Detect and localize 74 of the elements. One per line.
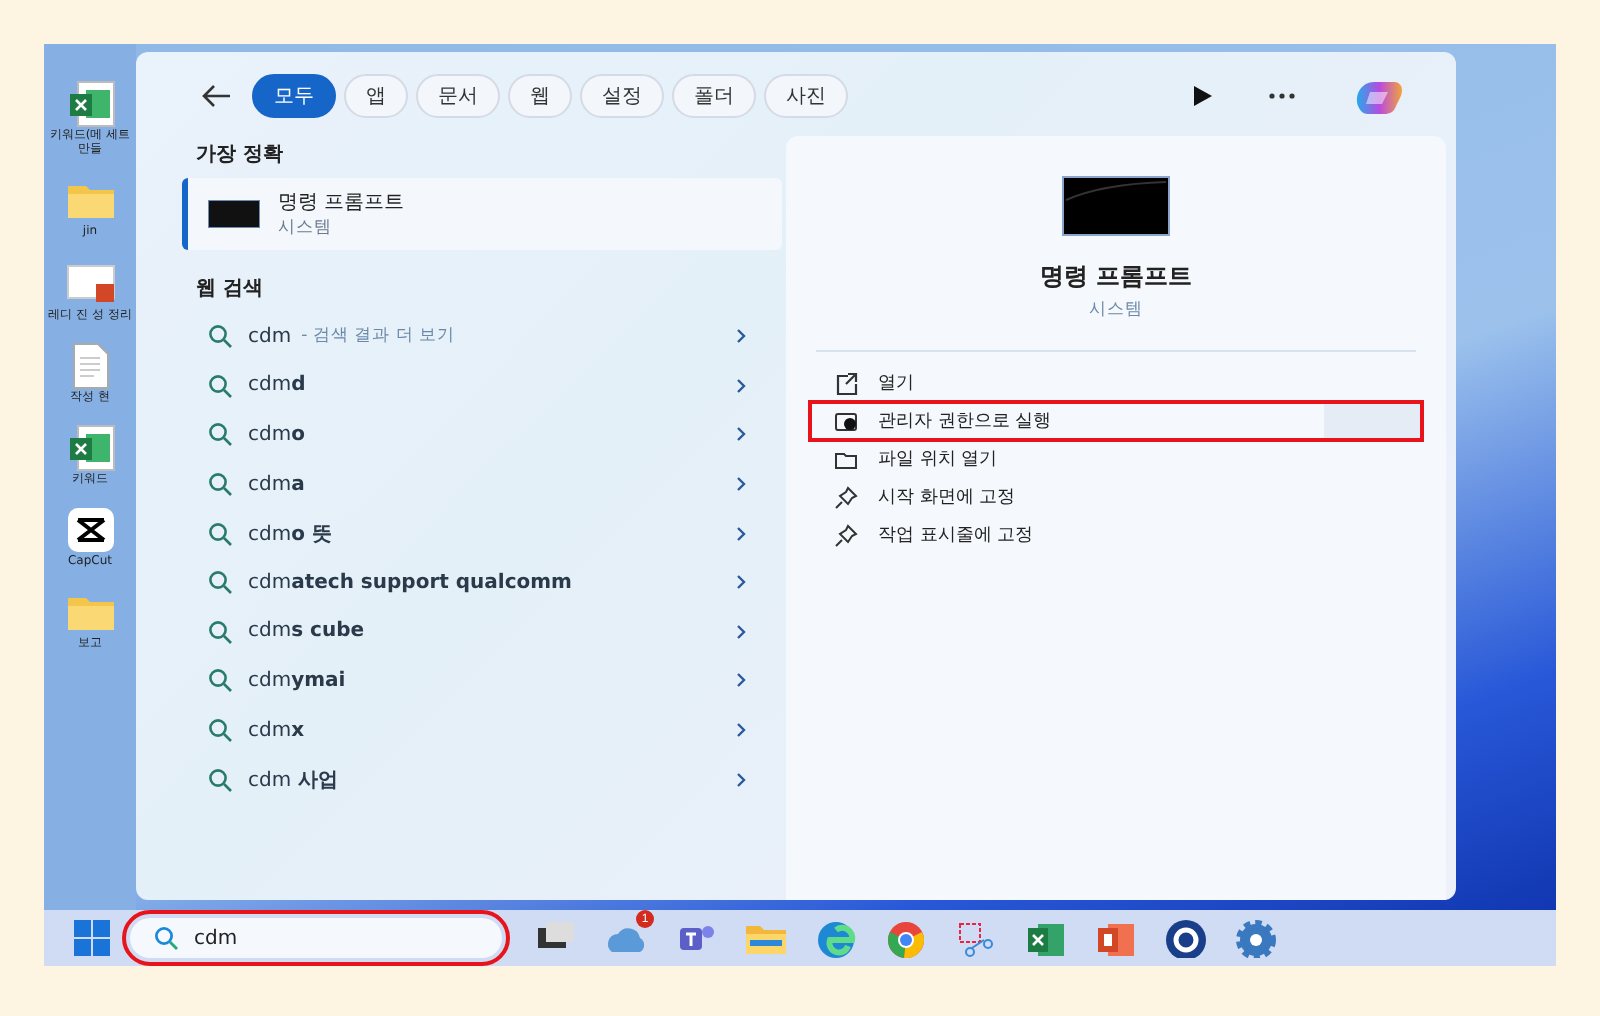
app-title: 명령 프롬프트	[278, 190, 405, 216]
search-suggestion: cdmo 뜻	[248, 521, 332, 548]
filter-tab[interactable]: 문서	[416, 74, 500, 118]
action-item[interactable]: 열기	[810, 364, 1422, 402]
search-icon	[208, 718, 232, 743]
action-item[interactable]: 파일 위치 열기	[810, 440, 1422, 478]
ppt-file-icon	[65, 259, 115, 308]
web-result-item[interactable]: cdm 사업	[182, 754, 782, 804]
chevron-right-icon	[736, 574, 746, 591]
section-heading: 가장 정확	[196, 142, 285, 168]
filter-tab[interactable]: 웹	[508, 74, 572, 118]
chevron-right-icon	[736, 623, 746, 640]
search-icon	[208, 668, 232, 693]
search-suggestion: cdm	[248, 325, 292, 348]
web-result-item[interactable]: cdm - 검색 결과 더 보기	[182, 312, 782, 362]
search-icon	[208, 767, 232, 792]
filter-tab[interactable]: 앱	[344, 74, 408, 118]
folder-icon	[834, 447, 858, 471]
chevron-right-icon	[736, 476, 746, 493]
search-suggestion: cdmx	[248, 719, 305, 742]
excel-file-icon	[65, 80, 115, 128]
chevron-right-icon	[736, 328, 746, 345]
pin-icon	[834, 523, 858, 547]
app-category: 시스템	[278, 216, 334, 240]
search-suggestion: cdmatech support qualcomm	[248, 571, 572, 594]
start-button[interactable]	[68, 920, 116, 956]
web-result-item[interactable]: cdmatech support qualcomm	[182, 557, 782, 608]
terminal-icon	[208, 200, 260, 228]
search-suggestion: cdmd	[248, 374, 306, 397]
back-button[interactable]	[200, 84, 232, 108]
search-suggestion: cdmymai	[248, 669, 346, 692]
chevron-right-icon	[736, 377, 746, 394]
action-item[interactable]: 관리자 권한으로 실행	[810, 402, 1422, 440]
web-result-item[interactable]: cdmx	[182, 705, 782, 755]
search-icon	[208, 619, 232, 644]
search-icon	[208, 324, 232, 349]
filter-tab[interactable]: 폴더	[672, 74, 756, 118]
excel-file-icon	[65, 423, 115, 472]
search-icon	[208, 570, 232, 595]
app-title: 명령 프롬프트	[1039, 260, 1193, 294]
web-result-item[interactable]: cdma	[182, 459, 782, 509]
best-match-item[interactable]: 명령 프롬프트 시스템	[182, 178, 782, 250]
open-icon	[834, 371, 858, 395]
capcut-file-icon	[65, 506, 115, 555]
search-icon	[208, 373, 232, 398]
action-item[interactable]: 시작 화면에 고정	[810, 478, 1422, 516]
search-icon	[208, 472, 232, 497]
filter-tab[interactable]: 모두	[252, 74, 336, 118]
chevron-right-icon	[736, 426, 746, 443]
search-icon	[154, 926, 178, 950]
web-result-item[interactable]: cdmo	[182, 410, 782, 460]
app-category: 시스템	[1089, 298, 1143, 322]
web-result-item[interactable]: cdmymai	[182, 656, 782, 706]
terminal-icon	[1062, 176, 1170, 236]
search-icon	[208, 422, 232, 447]
chevron-right-icon	[736, 672, 746, 689]
search-suggestion: cdma	[248, 473, 305, 496]
filter-tab[interactable]: 설정	[580, 74, 664, 118]
web-result-item[interactable]: cdms cube	[182, 607, 782, 657]
action-item[interactable]: 작업 표시줄에 고정	[810, 516, 1422, 554]
suggestion-hint: - 검색 결과 더 보기	[301, 324, 455, 349]
search-suggestion: cdms cube	[248, 620, 365, 643]
section-heading: 웹 검색	[196, 276, 265, 302]
chevron-right-icon	[736, 525, 746, 542]
chevron-right-icon	[736, 722, 746, 739]
search-field[interactable]: cdm	[130, 918, 502, 958]
search-suggestion: cdm 사업	[248, 767, 338, 794]
pin-icon	[834, 485, 858, 509]
chevron-right-icon	[736, 771, 746, 788]
search-suggestion: cdmo	[248, 423, 305, 446]
web-result-item[interactable]: cdmo 뜻	[182, 508, 782, 558]
filter-tab[interactable]: 사진	[764, 74, 848, 118]
search-icon	[208, 521, 232, 546]
web-result-item[interactable]: cdmd	[182, 361, 782, 411]
